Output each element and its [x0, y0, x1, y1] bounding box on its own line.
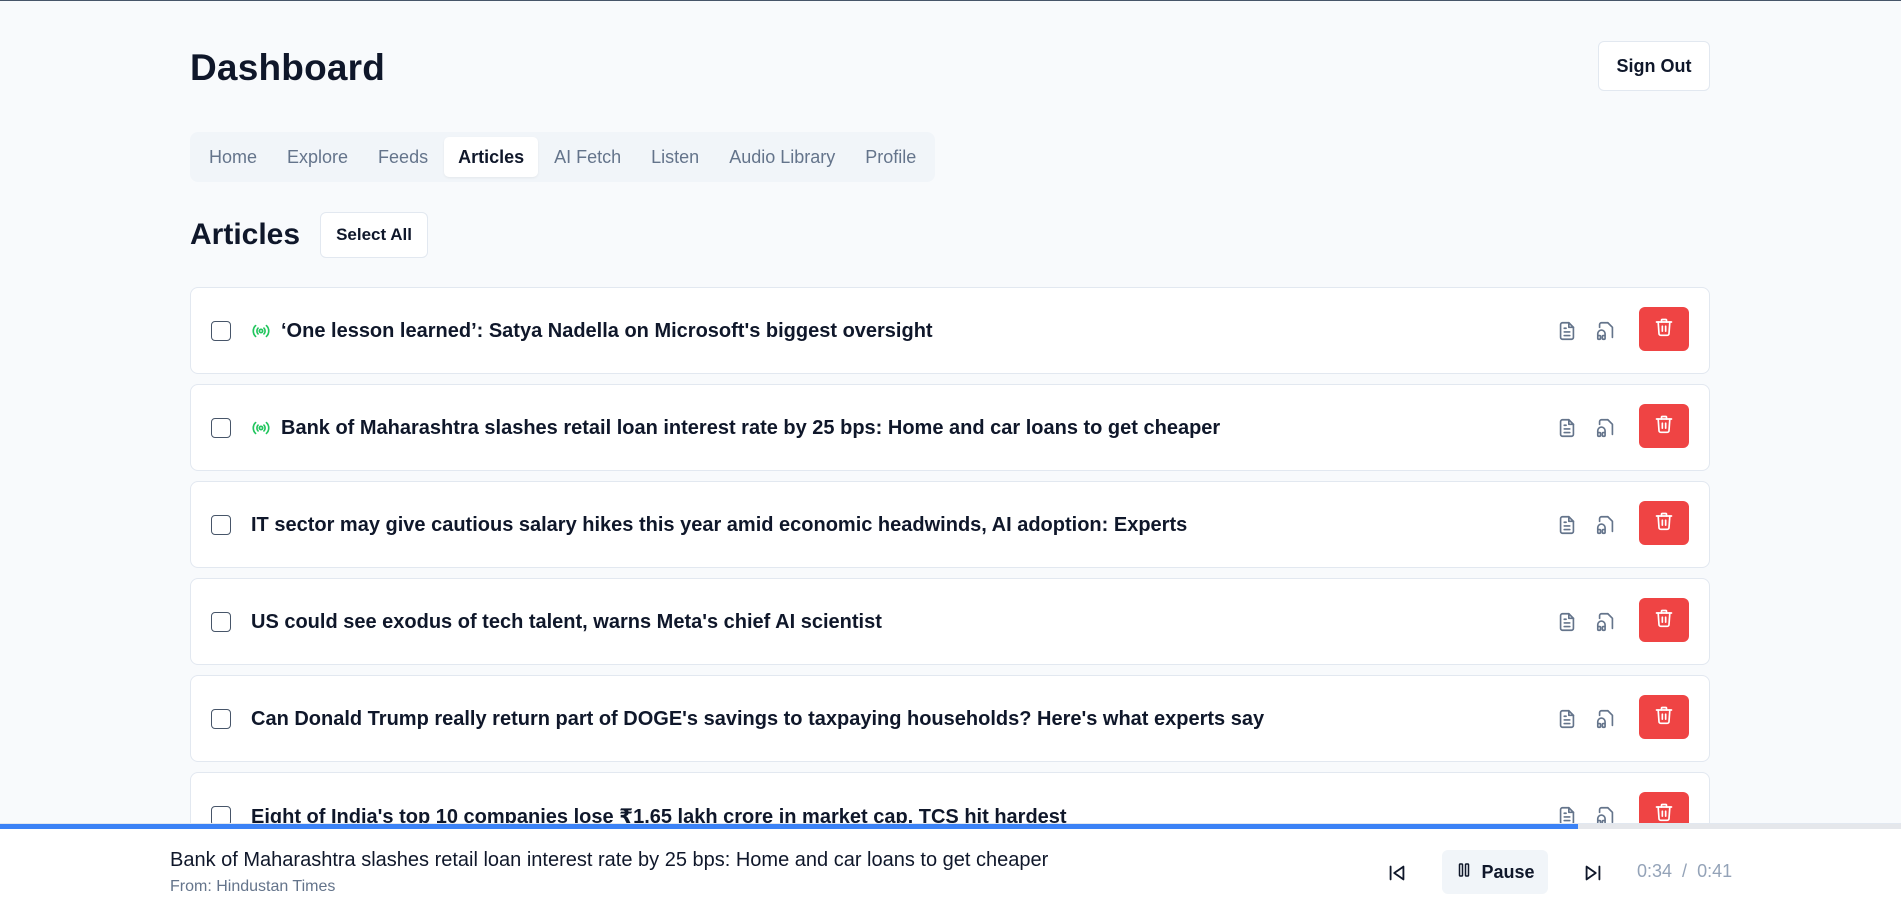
page-title: Dashboard [190, 47, 386, 88]
trash-icon [1654, 414, 1674, 439]
article-checkbox[interactable] [211, 418, 231, 438]
sign-out-button[interactable]: Sign Out [1598, 41, 1710, 91]
skip-back-icon[interactable] [1386, 862, 1408, 884]
total-time: 0:41 [1697, 861, 1733, 881]
article-checkbox[interactable] [211, 709, 231, 729]
article-title[interactable]: IT sector may give cautious salary hikes… [251, 482, 1187, 569]
article-card[interactable]: ‘One lesson learned’: Satya Nadella on M… [190, 287, 1710, 374]
broadcast-icon [251, 321, 271, 341]
time-separator: / [1682, 861, 1688, 881]
articles-header: Articles Select All [190, 212, 428, 258]
article-checkbox[interactable] [211, 515, 231, 535]
document-icon[interactable] [1556, 417, 1578, 439]
now-playing-source: From: Hindustan Times [170, 878, 336, 895]
tab-ai-fetch[interactable]: AI Fetch [540, 137, 635, 177]
tab-explore[interactable]: Explore [273, 137, 362, 177]
article-title[interactable]: ‘One lesson learned’: Satya Nadella on M… [281, 288, 933, 375]
now-playing-title: Bank of Maharashtra slashes retail loan … [170, 849, 1049, 871]
tab-home[interactable]: Home [195, 137, 271, 177]
trash-icon [1654, 511, 1674, 536]
pause-label: Pause [1481, 861, 1535, 882]
audio-file-icon[interactable] [1595, 417, 1617, 439]
trash-icon [1654, 317, 1674, 342]
article-title[interactable]: Can Donald Trump really return part of D… [251, 676, 1264, 763]
tab-audio-library[interactable]: Audio Library [715, 137, 849, 177]
audio-player: Bank of Maharashtra slashes retail loan … [0, 823, 1901, 905]
tab-listen[interactable]: Listen [637, 137, 713, 177]
trash-icon [1654, 705, 1674, 730]
skip-forward-icon[interactable] [1582, 862, 1604, 884]
playback-time: 0:34 / 0:41 [1637, 861, 1732, 882]
delete-button[interactable] [1639, 501, 1689, 545]
article-card[interactable]: Bank of Maharashtra slashes retail loan … [190, 384, 1710, 471]
tab-feeds[interactable]: Feeds [364, 137, 442, 177]
section-title: Articles [190, 218, 301, 251]
article-checkbox[interactable] [211, 612, 231, 632]
trash-icon [1654, 608, 1674, 633]
delete-button[interactable] [1639, 598, 1689, 642]
article-card[interactable]: US could see exodus of tech talent, warn… [190, 578, 1710, 665]
article-card[interactable]: IT sector may give cautious salary hikes… [190, 481, 1710, 568]
tab-profile[interactable]: Profile [851, 137, 930, 177]
delete-button[interactable] [1639, 695, 1689, 739]
document-icon[interactable] [1556, 514, 1578, 536]
delete-button[interactable] [1639, 404, 1689, 448]
current-time: 0:34 [1637, 861, 1673, 881]
audio-file-icon[interactable] [1595, 611, 1617, 633]
progress-fill [0, 824, 1578, 829]
page-header: Dashboard Sign Out [190, 41, 1710, 101]
delete-button[interactable] [1639, 307, 1689, 351]
article-title[interactable]: Bank of Maharashtra slashes retail loan … [281, 385, 1220, 472]
audio-file-icon[interactable] [1595, 320, 1617, 342]
article-title[interactable]: US could see exodus of tech talent, warn… [251, 579, 882, 666]
tab-articles[interactable]: Articles [444, 137, 539, 177]
article-checkbox[interactable] [211, 321, 231, 341]
audio-file-icon[interactable] [1595, 708, 1617, 730]
select-all-button[interactable]: Select All [320, 212, 428, 258]
document-icon[interactable] [1556, 611, 1578, 633]
broadcast-icon [251, 418, 271, 438]
audio-file-icon[interactable] [1595, 514, 1617, 536]
article-card[interactable]: Can Donald Trump really return part of D… [190, 675, 1710, 762]
pause-icon [1455, 861, 1473, 884]
document-icon[interactable] [1556, 320, 1578, 342]
pause-button[interactable]: Pause [1442, 850, 1548, 894]
document-icon[interactable] [1556, 708, 1578, 730]
progress-bar[interactable] [0, 824, 1901, 829]
tab-bar: Home Explore Feeds Articles AI Fetch Lis… [190, 132, 936, 182]
article-list: ‘One lesson learned’: Satya Nadella on M… [190, 287, 1710, 869]
